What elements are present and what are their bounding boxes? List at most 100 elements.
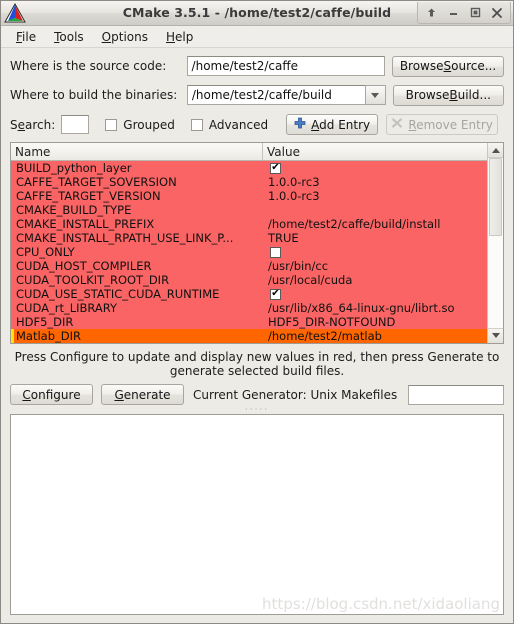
table-row[interactable]: CUDA_USE_STATIC_CUDA_RUNTIME ✔ xyxy=(11,287,487,301)
advanced-checkbox[interactable]: Advanced xyxy=(190,117,269,132)
cache-entry-value[interactable]: /usr/lib/x86_64-linux-gnu/librt.so xyxy=(263,301,487,315)
generate-button[interactable]: Generate xyxy=(101,384,184,405)
output-log[interactable]: https://blog.csdn.net/xidaoliang xyxy=(10,413,504,615)
add-entry-button[interactable]: Add Entry xyxy=(286,114,379,135)
watermark: https://blog.csdn.net/xidaoliang xyxy=(262,595,500,613)
cache-table-scrollbar[interactable] xyxy=(487,143,503,343)
table-row[interactable]: Matlab_DIR/home/test2/matlab xyxy=(11,329,487,343)
close-button[interactable] xyxy=(486,3,508,22)
source-code-input[interactable]: /home/test2/caffe xyxy=(186,56,385,76)
cache-entry-name: Matlab_DIR xyxy=(16,329,82,343)
cache-entry-value[interactable]: /home/test2/caffe/build/install xyxy=(263,217,487,231)
source-code-label: Where is the source code: xyxy=(10,59,167,73)
status-hint-line1: Press Configure to update and display ne… xyxy=(14,349,500,364)
advanced-checkbox-label: Advanced xyxy=(208,117,269,132)
configure-button[interactable]: Configure xyxy=(10,384,93,405)
table-row[interactable]: CMAKE_INSTALL_PREFIX/home/test2/caffe/bu… xyxy=(11,217,487,231)
scrollbar-track[interactable] xyxy=(488,158,503,328)
configure-label: onfigure xyxy=(30,387,81,402)
cache-entry-name: CMAKE_INSTALL_RPATH_USE_LINK_P... xyxy=(16,231,234,245)
title-bar: CMake 3.5.1 - /home/test2/caffe/build xyxy=(1,1,513,26)
cache-entry-value[interactable]: ✔ xyxy=(263,288,487,300)
minimize-button[interactable] xyxy=(442,3,464,22)
menu-tools[interactable]: Tools xyxy=(45,28,93,46)
add-entry-rest: dd Entry xyxy=(319,117,371,132)
maximize-button[interactable] xyxy=(464,3,486,22)
checkbox-unchecked-icon[interactable] xyxy=(270,246,281,258)
browse-source-button[interactable]: Browse Source... xyxy=(392,55,504,77)
chevron-down-icon[interactable] xyxy=(364,85,386,105)
cross-icon xyxy=(391,117,403,132)
build-binaries-row: Where to build the binaries: /home/test2… xyxy=(10,84,505,106)
generator-input[interactable] xyxy=(408,384,504,405)
build-binaries-input[interactable]: /home/test2/caffe/build xyxy=(186,85,365,105)
grouped-checkbox-label: Grouped xyxy=(123,117,175,132)
cache-entry-value[interactable]: HDF5_DIR-NOTFOUND xyxy=(263,315,487,329)
build-binaries-label: Where to build the binaries: xyxy=(10,88,178,102)
table-row[interactable]: HDF5_DIR HDF5_DIR-NOTFOUND xyxy=(11,315,487,329)
build-binaries-combo[interactable]: /home/test2/caffe/build xyxy=(186,85,386,105)
generate-label: enerate xyxy=(123,387,171,402)
cache-table-header: Name Value xyxy=(11,143,487,161)
remove-entry-button[interactable]: Remove Entry xyxy=(386,114,499,135)
table-row[interactable]: CAFFE_TARGET_VERSION 1.0.0-rc3 xyxy=(11,189,487,203)
browse-source-post: ource... xyxy=(451,59,497,73)
browse-source-mnemonic: S xyxy=(443,59,452,73)
add-entry-label: Add Entry xyxy=(311,118,370,132)
menu-options[interactable]: Options xyxy=(93,28,157,46)
table-row[interactable]: CUDA_rt_LIBRARY/usr/lib/x86_64-linux-gnu… xyxy=(11,301,487,315)
remove-entry-rest: emove Entry xyxy=(416,117,493,132)
browse-build-post: uild... xyxy=(457,88,491,102)
table-row[interactable]: BUILD_python_layer ✔ xyxy=(11,161,487,175)
menu-help[interactable]: Help xyxy=(157,28,202,46)
cache-table-columns: Name Value BUILD_python_layer ✔ CAFFE_TARG… xyxy=(11,143,487,343)
grouped-checkbox[interactable]: Grouped xyxy=(105,118,175,132)
cache-entry-name: CUDA_USE_STATIC_CUDA_RUNTIME xyxy=(16,287,220,301)
table-row[interactable]: CAFFE_TARGET_SOVERSION 1.0.0-rc3 xyxy=(11,175,487,189)
menu-tools-label: ools xyxy=(59,29,84,44)
table-row[interactable]: CPU_ONLY xyxy=(11,245,487,259)
cache-entry-value[interactable]: 1.0.0-rc3 xyxy=(263,189,487,203)
cache-entry-value[interactable]: /home/test2/matlab xyxy=(263,329,487,343)
table-row[interactable]: CMAKE_BUILD_TYPE xyxy=(11,203,487,217)
add-entry-mnemonic: A xyxy=(311,117,320,132)
remove-entry-label: Remove Entry xyxy=(408,118,492,132)
cache-entry-value[interactable]: 1.0.0-rc3 xyxy=(263,175,487,189)
window-controls xyxy=(417,2,511,24)
column-header-name[interactable]: Name xyxy=(11,143,263,160)
checkbox-checked-icon[interactable]: ✔ xyxy=(270,162,281,174)
search-label-post: arch: xyxy=(25,117,56,132)
cache-table-body: BUILD_python_layer ✔ CAFFE_TARGET_SOVERSIO… xyxy=(11,161,487,343)
checkbox-checked-icon[interactable]: ✔ xyxy=(270,288,281,300)
column-header-value[interactable]: Value xyxy=(263,143,487,160)
cache-entry-value[interactable]: TRUE xyxy=(263,231,487,245)
cache-entry-value[interactable]: /usr/local/cuda xyxy=(263,273,487,287)
splitter-handle[interactable]: ····· xyxy=(10,405,504,415)
advanced-checkbox-box[interactable] xyxy=(190,118,203,131)
search-input[interactable] xyxy=(61,115,90,134)
scrollbar-thumb[interactable] xyxy=(489,158,502,236)
actions-row: Configure Generate Current Generator: Un… xyxy=(10,383,504,407)
grouped-checkbox-box[interactable] xyxy=(105,118,118,131)
table-row[interactable]: CUDA_TOOLKIT_ROOT_DIR/usr/local/cuda xyxy=(11,273,487,287)
cache-entry-name: CUDA_HOST_COMPILER xyxy=(16,259,152,273)
cache-entry-value[interactable]: ✔ xyxy=(263,162,487,174)
cache-entry-name: CAFFE_TARGET_VERSION xyxy=(16,189,161,203)
browse-build-button[interactable]: Browse Build... xyxy=(392,84,505,106)
cache-entry-value[interactable]: /usr/bin/cc xyxy=(263,259,487,273)
scroll-down-icon[interactable] xyxy=(488,327,503,343)
search-row: Search: Grouped Advanced Add Entry Remov… xyxy=(10,113,504,136)
shade-button[interactable] xyxy=(420,3,442,22)
scroll-down-glyph xyxy=(491,333,500,338)
table-row[interactable]: CUDA_HOST_COMPILER/usr/bin/cc xyxy=(11,259,487,273)
cache-entry-name: CMAKE_BUILD_TYPE xyxy=(16,203,132,217)
menu-file[interactable]: File xyxy=(7,28,45,46)
scroll-up-icon[interactable] xyxy=(488,143,503,158)
current-generator-label: Current Generator: Unix Makefiles xyxy=(193,387,398,402)
plus-icon xyxy=(294,117,306,132)
cache-entry-name: CUDA_TOOLKIT_ROOT_DIR xyxy=(16,273,170,287)
menu-help-label: elp xyxy=(175,29,194,44)
table-row[interactable]: CMAKE_INSTALL_RPATH_USE_LINK_P... TRUE xyxy=(11,231,487,245)
cache-entry-value[interactable] xyxy=(263,246,487,258)
cache-table: Name Value BUILD_python_layer ✔ CAFFE_TARG… xyxy=(10,142,504,344)
